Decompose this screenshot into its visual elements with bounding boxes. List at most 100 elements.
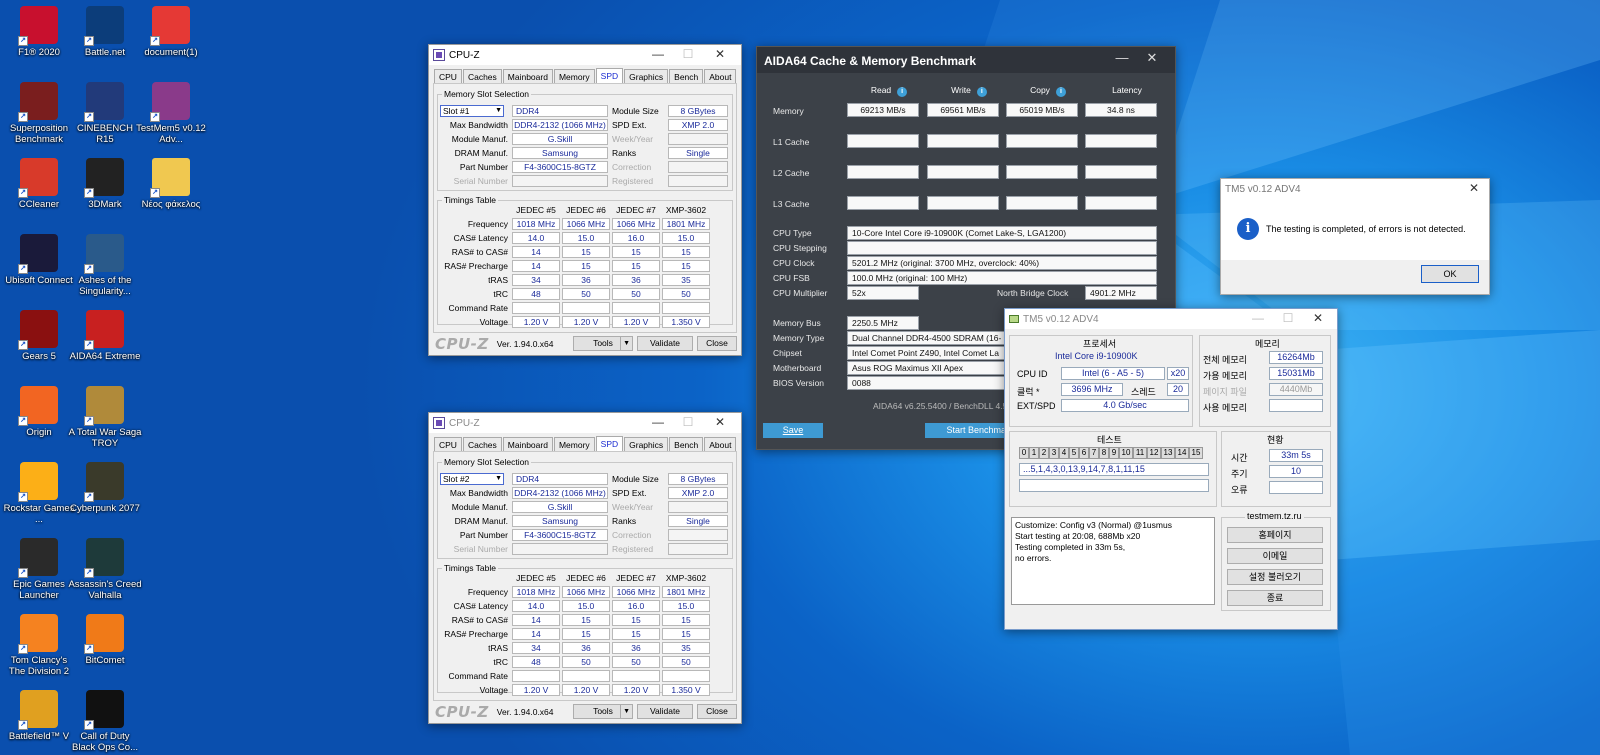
ccleaner-icon: ↗ — [18, 158, 58, 198]
tab-graphics[interactable]: Graphics — [624, 69, 669, 83]
timing-value: 50 — [612, 288, 660, 300]
shortcut-arrow-icon: ↗ — [84, 36, 94, 46]
tab-mainboard[interactable]: Mainboard — [502, 437, 553, 451]
close-button[interactable]: ✕ — [1459, 179, 1489, 199]
email-button[interactable]: 이메일 — [1227, 548, 1323, 564]
load-settings-button[interactable]: 설정 불러오기 — [1227, 569, 1323, 585]
desktop-icon[interactable]: ↗ A Total War Saga TROY — [68, 386, 142, 449]
close-button[interactable]: ✕ — [705, 45, 735, 65]
close-button[interactable]: ✕ — [1303, 309, 1333, 329]
maximize-button[interactable]: ☐ — [1273, 309, 1303, 329]
desktop-icon[interactable]: ↗ CCleaner — [2, 158, 76, 210]
minimize-button[interactable]: — — [1243, 309, 1273, 329]
thread-value: 20 — [1167, 383, 1189, 396]
slot-select[interactable]: Slot #1 ▼ — [440, 105, 504, 117]
benchmark-result — [1085, 196, 1157, 210]
info-value: 10-Core Intel Core i9-10900K (Comet Lake… — [847, 226, 1157, 240]
tab-spd[interactable]: SPD — [595, 436, 624, 451]
maximize-button[interactable]: ☐ — [673, 413, 703, 433]
epic-icon: ↗ — [18, 538, 58, 578]
desktop-icon[interactable]: ↗ Call of Duty Black Ops Co... — [68, 690, 142, 753]
info-label: CPU Clock — [773, 258, 815, 268]
chevron-down-icon: ▼ — [495, 107, 502, 114]
tools-button[interactable]: Tools ▼ — [573, 704, 633, 719]
desktop-icon[interactable]: ↗ TestMem5 v0.12 Adv... — [134, 82, 208, 145]
desktop-icon[interactable]: ↗ Gears 5 — [2, 310, 76, 362]
desktop-icon[interactable]: ↗ Origin — [2, 386, 76, 438]
tab-memory[interactable]: Memory — [553, 437, 595, 451]
desktop-icon[interactable]: ↗ Ubisoft Connect — [2, 234, 76, 286]
label-part: Part Number — [459, 162, 508, 172]
desktop-icon[interactable]: ↗ Epic Games Launcher — [2, 538, 76, 601]
close-button[interactable]: ✕ — [1137, 50, 1167, 66]
desktop-icon[interactable]: ↗ Tom Clancy's The Division 2 — [2, 614, 76, 677]
cpuz-title-bar: CPU-Z — ☐ ✕ — [429, 45, 741, 65]
timings-table-group: Timings Table JEDEC #5 JEDEC #6 JEDEC #7 XMP… — [437, 563, 733, 696]
tab-about[interactable]: About — [704, 69, 737, 83]
info-icon[interactable]: i — [976, 87, 987, 97]
desktop-icon-label: document(1) — [144, 47, 198, 58]
validate-button[interactable]: Validate — [637, 704, 693, 719]
tab-about[interactable]: About — [704, 437, 737, 451]
tab-caches[interactable]: Caches — [462, 69, 502, 83]
timing-value: 36 — [612, 274, 660, 286]
desktop-icon[interactable]: ↗ Νέος φάκελος — [134, 158, 208, 210]
tab-cpu[interactable]: CPU — [434, 69, 462, 83]
info-icon[interactable]: i — [1055, 87, 1066, 97]
cpuz-app-icon — [433, 49, 445, 61]
maximize-button[interactable]: ☐ — [673, 45, 703, 65]
desktop-icon[interactable]: ↗ 3DMark — [68, 158, 142, 210]
column-header: Latency — [1097, 85, 1157, 95]
tab-memory[interactable]: Memory — [553, 69, 595, 83]
tab-spd[interactable]: SPD — [595, 68, 624, 83]
memory-slot-group: Memory Slot Selection Slot #1 ▼ DDR4 Max Ban… — [437, 89, 733, 191]
benchmark-result — [927, 134, 999, 148]
slot-select[interactable]: Slot #2 ▼ — [440, 473, 504, 485]
tab-bench[interactable]: Bench — [669, 437, 704, 451]
exit-button[interactable]: 종료 — [1227, 590, 1323, 606]
shortcut-arrow-icon: ↗ — [18, 36, 28, 46]
close-button[interactable]: Close — [697, 336, 737, 351]
superposition-icon: ↗ — [18, 82, 58, 122]
validate-button[interactable]: Validate — [637, 336, 693, 351]
tab-caches[interactable]: Caches — [462, 437, 502, 451]
desktop-icon[interactable]: ↗ AIDA64 Extreme — [68, 310, 142, 362]
log-textarea[interactable]: Customize: Config v3 (Normal) @1usmus Sta… — [1011, 517, 1215, 605]
minimize-button[interactable]: — — [1107, 50, 1137, 65]
column-header: Read i — [859, 85, 919, 97]
desktop-icon[interactable]: ↗ Battlefield™ V — [2, 690, 76, 742]
shortcut-arrow-icon: ↗ — [84, 492, 94, 502]
desktop-icon[interactable]: ↗ CINEBENCH R15 — [68, 82, 142, 145]
close-button[interactable]: ✕ — [705, 413, 735, 433]
desktop-icon[interactable]: ↗ Ashes of the Singularity... — [68, 234, 142, 297]
benchmark-result — [927, 165, 999, 179]
tab-bench[interactable]: Bench — [669, 69, 704, 83]
benchmark-result — [1006, 196, 1078, 210]
desktop-icon[interactable]: ↗ F1® 2020 — [2, 6, 76, 58]
ok-button[interactable]: OK — [1421, 265, 1479, 283]
desktop-icon[interactable]: ↗ Superposition Benchmark — [2, 82, 76, 145]
homepage-button[interactable]: 홈페이지 — [1227, 527, 1323, 543]
timing-value: 15 — [562, 246, 610, 258]
desktop-icon[interactable]: ↗ Assassin's Creed Valhalla — [68, 538, 142, 601]
desktop-icon-label: Assassin's Creed Valhalla — [68, 579, 142, 601]
minimize-button[interactable]: — — [643, 413, 673, 433]
desktop-icon[interactable]: ↗ Rockstar Games ... — [2, 462, 76, 525]
value-week — [668, 133, 728, 145]
save-button[interactable]: Save — [763, 423, 823, 438]
desktop-icon[interactable]: ↗ Battle.net — [68, 6, 142, 58]
close-button[interactable]: Close — [697, 704, 737, 719]
info-icon[interactable]: i — [897, 87, 908, 97]
shortcut-arrow-icon: ↗ — [84, 416, 94, 426]
time-label: 시간 — [1231, 453, 1248, 463]
desktop-icon[interactable]: ↗ Cyberpunk 2077 — [68, 462, 142, 514]
tab-graphics[interactable]: Graphics — [624, 437, 669, 451]
minimize-button[interactable]: — — [643, 45, 673, 65]
tab-cpu[interactable]: CPU — [434, 437, 462, 451]
tools-button[interactable]: Tools ▼ — [573, 336, 633, 351]
label-part: Part Number — [459, 530, 508, 540]
desktop-icon[interactable]: ↗ document(1) — [134, 6, 208, 58]
tab-mainboard[interactable]: Mainboard — [502, 69, 553, 83]
label-max_bw: Max Bandwidth — [449, 488, 508, 498]
desktop-icon[interactable]: ↗ BitComet — [68, 614, 142, 666]
